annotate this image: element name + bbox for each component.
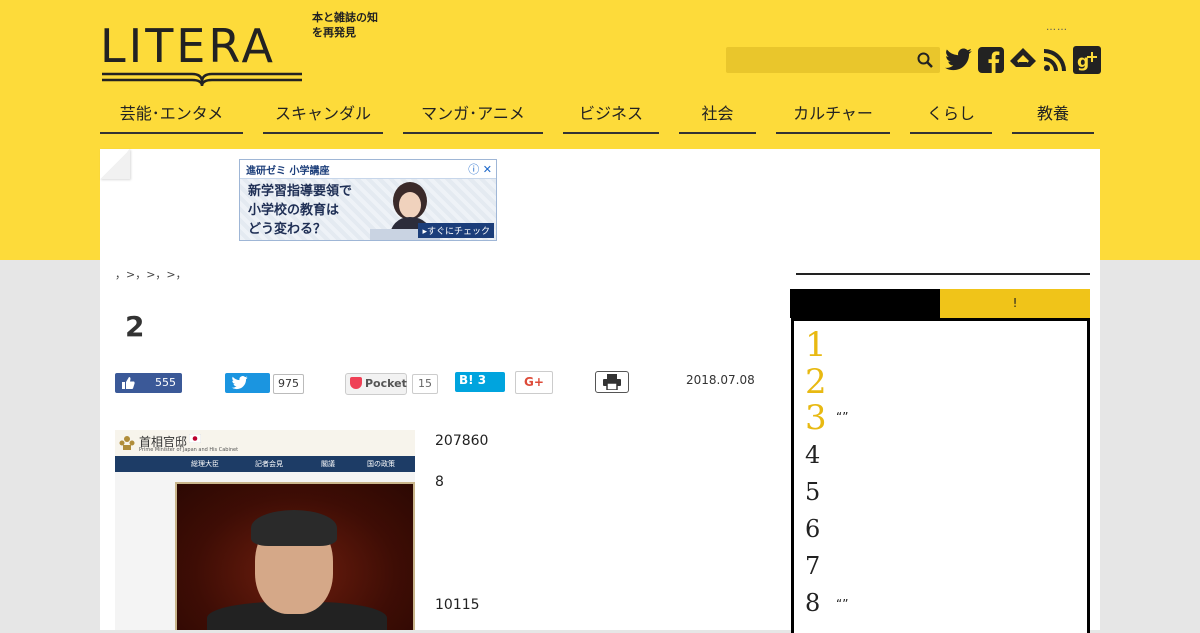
site-logo[interactable]: LITERA 本と雑誌の知を再発見 bbox=[100, 10, 390, 90]
thumbs-up-icon bbox=[122, 377, 135, 389]
facebook-icon[interactable] bbox=[976, 44, 1006, 76]
article-text: 10115 bbox=[435, 597, 480, 613]
article-image: 首相官邸 Prime Minister of Japan and His Cab… bbox=[115, 430, 415, 630]
hatena-bookmark-button[interactable]: B! 3 bbox=[455, 372, 505, 392]
ad-line: どう変わる？ bbox=[248, 222, 327, 237]
nav-item-business[interactable]: ビジネス bbox=[563, 100, 659, 134]
image-nav-item: 記者会見 bbox=[255, 460, 283, 468]
svg-text:g: g bbox=[1077, 52, 1089, 72]
feedly-icon[interactable] bbox=[1008, 44, 1038, 76]
rank-number: 3 bbox=[805, 398, 827, 438]
rank-number: 6 bbox=[805, 515, 821, 543]
logo-wordmark: LITERA bbox=[100, 19, 276, 73]
rank-title[interactable]: “” bbox=[836, 410, 848, 424]
article-text: 207860 bbox=[435, 433, 489, 449]
ad-copy: 新学習指導要領で 小学校の教育は どう変わる？ bbox=[248, 182, 352, 239]
japan-flag-icon bbox=[189, 434, 201, 443]
top-links[interactable]: …… bbox=[1046, 22, 1068, 33]
facebook-like-button[interactable]: 555 bbox=[115, 373, 182, 393]
google-plus-share-button[interactable]: G+ bbox=[515, 371, 553, 394]
rank-number: 5 bbox=[805, 478, 821, 506]
nav-item-entertainment[interactable]: 芸能･エンタメ bbox=[100, 100, 243, 134]
pocket-label: Pocket bbox=[365, 377, 407, 390]
page-fold-corner bbox=[100, 149, 130, 179]
rank-number: 7 bbox=[805, 552, 821, 580]
press-photo bbox=[175, 482, 415, 630]
social-links: g bbox=[944, 44, 1102, 76]
twitter-count: 975 bbox=[273, 374, 304, 394]
printer-icon bbox=[603, 374, 621, 390]
nav-item-scandal[interactable]: スキャンダル bbox=[263, 100, 383, 134]
rank-number: 2 bbox=[805, 362, 827, 402]
tab-ranking[interactable] bbox=[790, 289, 940, 318]
image-site-subtitle: Prime Minister of Japan and His Cabinet bbox=[139, 447, 239, 453]
pocket-button[interactable]: Pocket bbox=[345, 373, 407, 395]
sidebar-divider bbox=[796, 273, 1090, 275]
photo-hair bbox=[251, 510, 337, 546]
search-icon[interactable] bbox=[916, 51, 934, 69]
rank-number: 4 bbox=[805, 441, 821, 469]
open-book-icon bbox=[102, 72, 302, 87]
ranking-list bbox=[791, 318, 1090, 633]
ad-line: 小学校の教育は bbox=[248, 203, 340, 218]
paulownia-crest-icon bbox=[119, 436, 135, 450]
tweet-button[interactable] bbox=[225, 373, 270, 393]
pocket-count: 15 bbox=[412, 374, 438, 394]
nav-item-manga-anime[interactable]: マンガ･アニメ bbox=[403, 100, 543, 134]
nav-item-culture[interactable]: カルチャー bbox=[776, 100, 890, 134]
tab-recommended[interactable]: ! bbox=[940, 289, 1090, 318]
ad-banner[interactable]: 進研ゼミ 小学講座 ⓘ ✕ 新学習指導要領で 小学校の教育は どう変わる？ ▸す… bbox=[239, 159, 497, 241]
ad-brand: 進研ゼミ 小学講座 bbox=[246, 166, 330, 177]
google-plus-icon[interactable]: g bbox=[1072, 44, 1102, 76]
nav-item-kurashi[interactable]: くらし bbox=[910, 100, 992, 134]
print-button[interactable] bbox=[595, 371, 629, 393]
article-text: 8 bbox=[435, 474, 444, 490]
twitter-icon[interactable] bbox=[944, 44, 974, 76]
ad-header: 進研ゼミ 小学講座 ⓘ ✕ bbox=[240, 160, 496, 179]
nav-item-kyoyo[interactable]: 教養 bbox=[1012, 100, 1094, 134]
ad-cta-button[interactable]: ▸すぐにチェック bbox=[418, 223, 494, 238]
image-nav-item: 総理大臣 bbox=[191, 460, 219, 468]
search-box bbox=[726, 47, 940, 73]
rank-number: 1 bbox=[805, 325, 827, 365]
search-input[interactable] bbox=[726, 47, 922, 73]
rss-icon[interactable] bbox=[1040, 44, 1070, 76]
facebook-count: 555 bbox=[155, 376, 176, 389]
main-nav: 芸能･エンタメ スキャンダル マンガ･アニメ ビジネス 社会 カルチャー くらし… bbox=[100, 100, 1100, 136]
article-date: 2018.07.08 bbox=[686, 373, 755, 387]
rank-title[interactable]: “” bbox=[836, 597, 848, 611]
article-title: 2 bbox=[125, 310, 145, 343]
image-site-nav: 総理大臣 記者会見 閣議 国の政策 bbox=[115, 456, 415, 472]
logo-tagline: 本と雑誌の知を再発見 bbox=[312, 11, 378, 39]
twitter-icon bbox=[231, 376, 248, 390]
nav-item-society[interactable]: 社会 bbox=[679, 100, 756, 134]
breadcrumb[interactable]: ，>，>，>， bbox=[115, 266, 187, 282]
ad-line: 新学習指導要領で bbox=[248, 184, 353, 199]
pocket-icon bbox=[350, 377, 362, 389]
image-nav-item: 閣議 bbox=[321, 460, 335, 468]
ad-choices-icon[interactable]: ⓘ ✕ bbox=[468, 161, 492, 177]
image-nav-item: 国の政策 bbox=[367, 460, 395, 468]
hatena-label: B! 3 bbox=[459, 373, 487, 387]
rank-number: 8 bbox=[805, 589, 821, 617]
